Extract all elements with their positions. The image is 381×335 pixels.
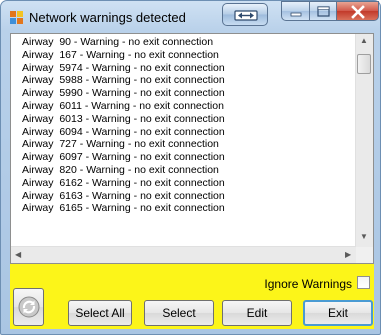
warning-list-item[interactable]: Airway 6165 - Warning - no exit connecti… <box>22 202 357 215</box>
warning-list-item[interactable]: Airway 5988 - Warning - no exit connecti… <box>22 74 357 87</box>
maximize-icon <box>317 6 330 17</box>
warnings-list: Airway 90 - Warning - no exit connection… <box>22 36 357 215</box>
network-warnings-window: Network warnings detected Airway 90 - Wa… <box>0 0 381 335</box>
window-title: Network warnings detected <box>29 10 186 25</box>
ignore-warnings-label: Ignore Warnings <box>264 277 352 291</box>
refresh-button[interactable] <box>13 288 44 326</box>
scrollbar-corner <box>356 247 373 263</box>
warning-list-item[interactable]: Airway 6163 - Warning - no exit connecti… <box>22 190 357 203</box>
horizontal-scrollbar[interactable]: ◀ ▶ <box>11 246 356 263</box>
close-button[interactable] <box>337 1 379 21</box>
select-button[interactable]: Select <box>144 300 214 326</box>
warnings-listbox[interactable]: Airway 90 - Warning - no exit connection… <box>10 33 374 264</box>
scroll-right-icon[interactable]: ▶ <box>345 251 351 259</box>
resize-button[interactable] <box>222 3 268 26</box>
ignore-warnings-checkbox[interactable] <box>357 276 370 289</box>
warning-list-item[interactable]: Airway 820 - Warning - no exit connectio… <box>22 164 357 177</box>
vertical-scroll-thumb[interactable] <box>357 54 371 74</box>
refresh-icon <box>18 296 39 318</box>
minimize-icon <box>290 12 302 17</box>
resize-arrows-icon <box>234 10 258 21</box>
warning-list-item[interactable]: Airway 90 - Warning - no exit connection <box>22 36 357 49</box>
warning-list-item[interactable]: Airway 6097 - Warning - no exit connecti… <box>22 151 357 164</box>
warning-list-item[interactable]: Airway 5974 - Warning - no exit connecti… <box>22 62 357 75</box>
edit-button[interactable]: Edit <box>222 300 292 326</box>
minimize-button[interactable] <box>281 1 310 21</box>
vertical-scrollbar[interactable]: ▲ ▼ <box>355 34 373 248</box>
title-bar[interactable]: Network warnings detected <box>1 1 380 31</box>
warning-list-item[interactable]: Airway 5990 - Warning - no exit connecti… <box>22 87 357 100</box>
scroll-down-icon[interactable]: ▼ <box>360 233 368 241</box>
app-icon <box>10 11 23 24</box>
warning-list-item[interactable]: Airway 6162 - Warning - no exit connecti… <box>22 177 357 190</box>
scroll-left-icon[interactable]: ◀ <box>15 251 21 259</box>
exit-button[interactable]: Exit <box>303 300 373 326</box>
close-icon <box>351 5 365 19</box>
scroll-up-icon[interactable]: ▲ <box>360 37 368 45</box>
warning-list-item[interactable]: Airway 727 - Warning - no exit connectio… <box>22 138 357 151</box>
select-all-button[interactable]: Select All <box>68 300 132 326</box>
warning-list-item[interactable]: Airway 167 - Warning - no exit connectio… <box>22 49 357 62</box>
button-panel: Ignore Warnings Select All Select Edit E… <box>10 264 374 329</box>
warning-list-item[interactable]: Airway 6094 - Warning - no exit connecti… <box>22 126 357 139</box>
maximize-button[interactable] <box>310 1 337 21</box>
warning-list-item[interactable]: Airway 6013 - Warning - no exit connecti… <box>22 113 357 126</box>
warning-list-item[interactable]: Airway 6011 - Warning - no exit connecti… <box>22 100 357 113</box>
